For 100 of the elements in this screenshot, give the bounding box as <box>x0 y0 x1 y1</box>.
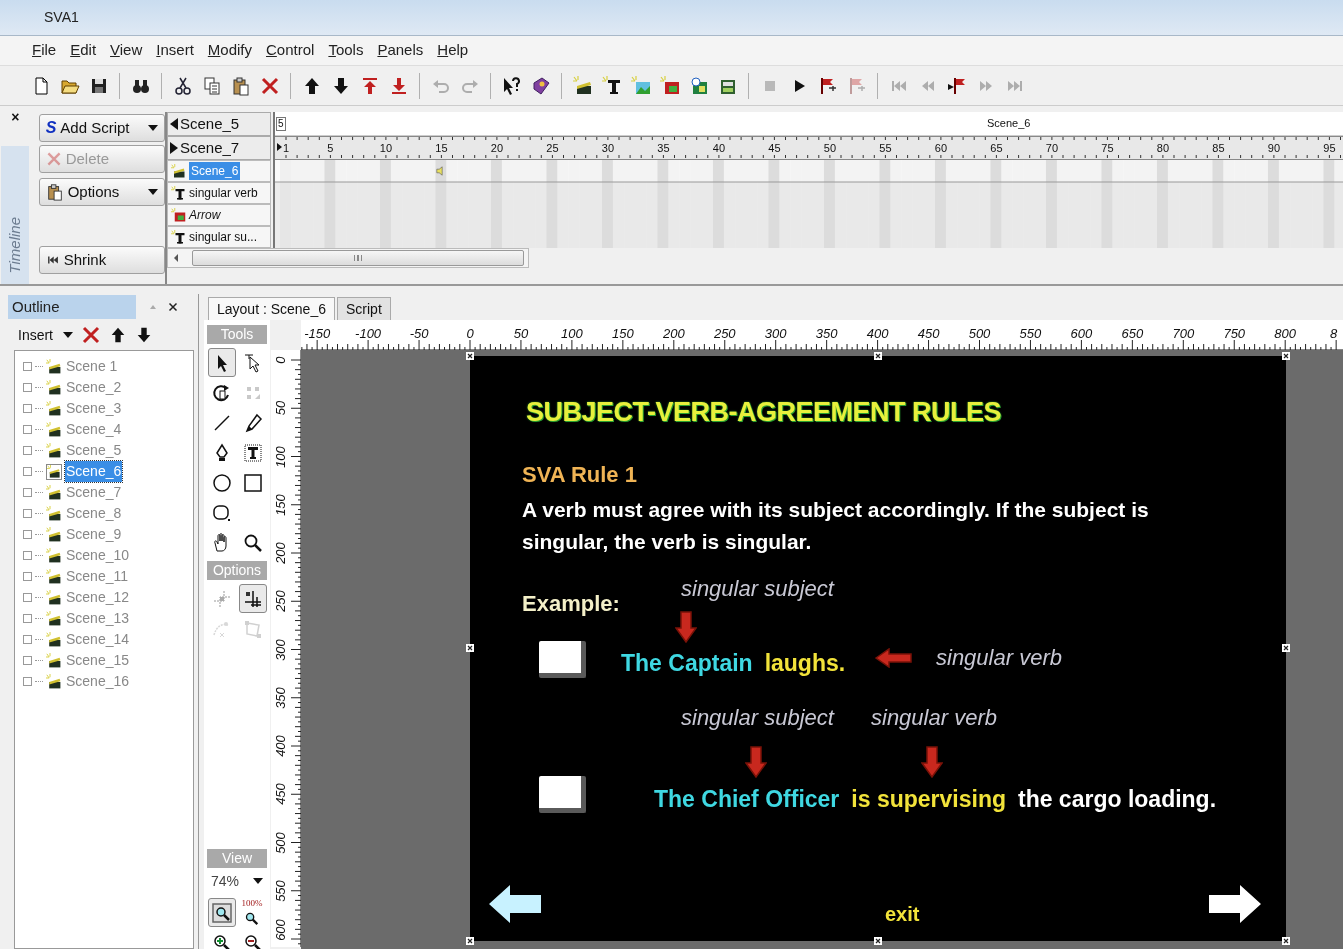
tab[interactable]: Layout : Scene_6 <box>208 297 335 320</box>
insert-dropdown[interactable]: Insert <box>18 324 73 346</box>
tree-item[interactable]: Scene_10 <box>65 545 131 566</box>
paste-icon[interactable] <box>230 75 251 96</box>
tree-item[interactable]: Scene_7 <box>65 482 123 503</box>
menu-item[interactable]: File <box>26 39 63 62</box>
expand-icon[interactable] <box>23 572 32 581</box>
expand-icon[interactable] <box>23 446 32 455</box>
menu-item[interactable]: Insert <box>150 39 200 62</box>
clapperboard-icon <box>46 400 62 417</box>
tree-item[interactable]: Scene_9 <box>65 524 123 545</box>
help-pointer-icon[interactable] <box>501 75 522 96</box>
close-icon[interactable] <box>168 302 178 312</box>
ruler-label: 50 <box>513 325 529 343</box>
expand-icon[interactable] <box>23 635 32 644</box>
tree-item[interactable]: Scene_8 <box>65 503 123 524</box>
rounded-rectangle-icon <box>211 502 232 523</box>
down-arrow-icon[interactable] <box>135 326 153 344</box>
timeline-button[interactable]: Options <box>38 178 165 206</box>
expand-icon[interactable] <box>23 467 32 476</box>
flag-icon[interactable] <box>946 75 967 96</box>
ruler-label: -150 <box>304 325 331 343</box>
tree-item[interactable]: Scene 1 <box>65 356 119 377</box>
tree-item[interactable]: Scene_12 <box>65 587 131 608</box>
horizontal-scrollbar[interactable] <box>167 248 529 268</box>
expand-icon[interactable] <box>23 530 32 539</box>
expand-icon[interactable] <box>23 404 32 413</box>
resize-handle[interactable] <box>466 937 474 945</box>
tool-button[interactable]: 100% <box>238 898 267 927</box>
tree-item[interactable]: Scene_15 <box>65 650 131 671</box>
tool-button[interactable] <box>207 898 236 927</box>
frame-number: 75 <box>1101 141 1114 156</box>
book-icon[interactable] <box>530 75 551 96</box>
copy-icon[interactable] <box>201 75 222 96</box>
caret-icon <box>147 189 158 195</box>
tab[interactable]: Script <box>337 297 391 320</box>
resize-handle[interactable] <box>1282 644 1290 652</box>
resize-handle[interactable] <box>1282 352 1290 360</box>
scrollbar-thumb[interactable] <box>192 250 524 266</box>
text-tool-icon <box>242 442 263 463</box>
tool-button[interactable] <box>238 584 267 613</box>
subject-text: The Captain <box>621 649 753 678</box>
expand-icon[interactable] <box>23 656 32 665</box>
tree-item[interactable]: Scene_16 <box>65 671 131 692</box>
menu-item[interactable]: Tools <box>322 39 370 62</box>
back-arrow-button[interactable] <box>488 884 542 924</box>
frame-ruler[interactable] <box>275 136 1343 160</box>
clapperboard-icon <box>46 610 62 627</box>
clapperboard-icon <box>46 631 62 648</box>
expand-icon[interactable] <box>23 593 32 602</box>
menu-item[interactable]: Control <box>260 39 321 62</box>
annotation: singular verb <box>871 704 997 732</box>
zoom-dropdown[interactable]: 74% <box>207 868 267 894</box>
snap-icon <box>242 588 263 609</box>
menu-item[interactable]: Edit <box>64 39 103 62</box>
scene-nav-button[interactable]: Scene_5 <box>167 112 271 136</box>
clapperboard-icon[interactable] <box>572 75 593 96</box>
tree-item[interactable]: Scene_5 <box>65 440 123 461</box>
resize-handle[interactable] <box>874 937 882 945</box>
scissors-icon[interactable] <box>172 75 193 96</box>
menu-item[interactable]: Modify <box>201 39 258 62</box>
timeline-button[interactable]: S Add Script <box>38 114 165 142</box>
text-icon[interactable] <box>601 75 622 96</box>
close-button[interactable]: × <box>11 110 20 124</box>
timeline-button[interactable]: Shrink <box>38 246 165 274</box>
clapperboard-icon <box>46 421 62 438</box>
exit-link[interactable]: exit <box>885 899 920 929</box>
resize-handle[interactable] <box>466 352 474 360</box>
resize-handle[interactable] <box>1282 937 1290 945</box>
resize-handle[interactable] <box>466 644 474 652</box>
delete-icon[interactable] <box>81 325 101 345</box>
tree-item[interactable]: Scene_14 <box>65 629 131 650</box>
up-arrow-icon[interactable] <box>109 326 127 344</box>
tree-item[interactable]: Scene_4 <box>65 419 123 440</box>
tree-item[interactable]: Scene_11 <box>65 566 129 587</box>
menu-item[interactable]: Panels <box>371 39 430 62</box>
ruler-label: -100 <box>355 325 382 343</box>
ruler-label: 300 <box>764 325 787 343</box>
blank-button[interactable] <box>539 641 586 678</box>
menu-item[interactable]: Help <box>431 39 475 62</box>
menu-item[interactable]: View <box>104 39 149 62</box>
expand-icon[interactable] <box>23 551 32 560</box>
expand-icon[interactable] <box>23 614 32 623</box>
delete-icon[interactable] <box>259 75 280 96</box>
next-arrow-button[interactable] <box>1208 884 1262 924</box>
blank-button[interactable] <box>539 776 586 813</box>
tree-item[interactable]: Scene_13 <box>65 608 131 629</box>
ruler-label: 500 <box>274 830 288 855</box>
expand-icon[interactable] <box>23 677 32 686</box>
scene-nav-button[interactable]: Scene_7 <box>167 136 271 160</box>
expand-icon[interactable] <box>23 509 32 518</box>
annotation: singular subject <box>681 575 834 603</box>
expand-icon[interactable] <box>23 425 32 434</box>
expand-icon[interactable] <box>23 488 32 497</box>
tree-item[interactable]: Scene_2 <box>65 377 123 398</box>
expand-icon[interactable] <box>23 362 32 371</box>
tool-button[interactable] <box>207 348 236 377</box>
expand-icon[interactable] <box>23 383 32 392</box>
tree-item[interactable]: Scene_3 <box>65 398 123 419</box>
resize-handle[interactable] <box>874 352 882 360</box>
